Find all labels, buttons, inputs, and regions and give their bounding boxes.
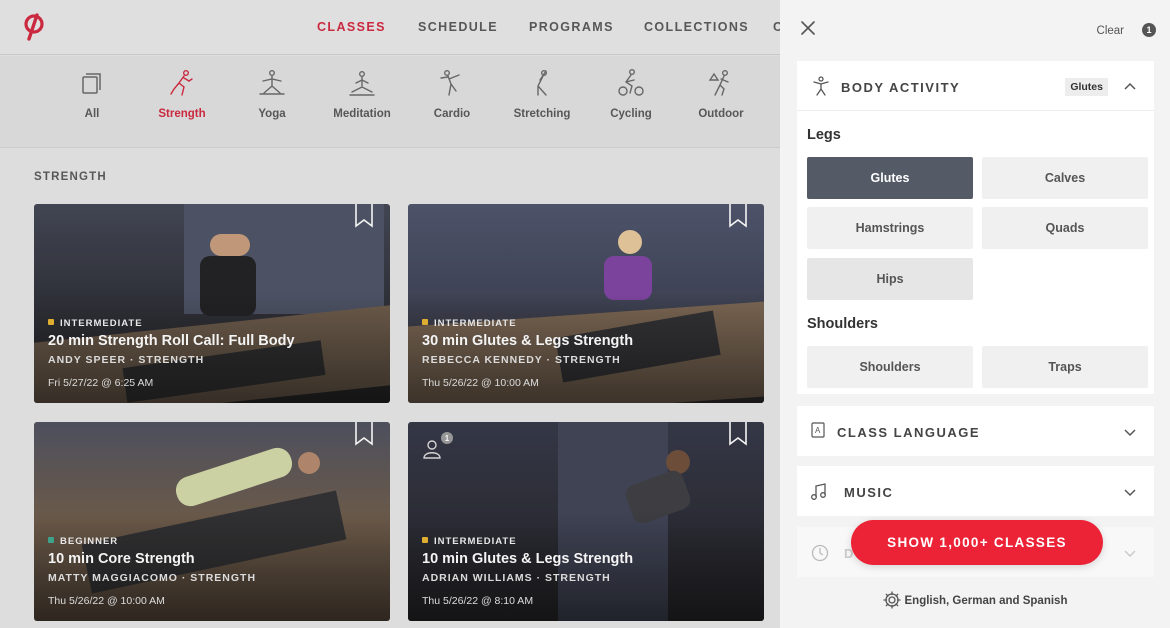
svg-text:A: A (815, 426, 821, 435)
body-activity-header[interactable]: BODY ACTIVITY Glutes (797, 61, 1154, 111)
clear-filters-button[interactable]: Clear (1097, 25, 1124, 37)
music-section[interactable]: MUSIC (797, 466, 1154, 516)
music-note-icon (811, 483, 826, 500)
chip-shoulders[interactable]: Shoulders (807, 346, 973, 388)
selected-filter-tag: Glutes (1065, 78, 1108, 96)
chevron-down-icon[interactable] (1124, 428, 1136, 438)
clock-icon (811, 544, 829, 562)
active-filter-count: 1 (1142, 23, 1156, 37)
chip-hips[interactable]: Hips (807, 258, 973, 300)
body-activity-section: BODY ACTIVITY Glutes Legs Glutes Calves … (797, 61, 1154, 394)
show-classes-button[interactable]: SHOW 1,000+ CLASSES (851, 520, 1103, 565)
section-title: BODY ACTIVITY (841, 80, 961, 95)
chip-calves[interactable]: Calves (982, 157, 1148, 199)
body-figure-icon (813, 76, 829, 96)
chip-glutes[interactable]: Glutes (807, 157, 973, 199)
chevron-down-icon[interactable] (1124, 549, 1136, 559)
music-header[interactable]: MUSIC (797, 466, 1154, 516)
class-language-header[interactable]: A CLASS LANGUAGE (797, 406, 1154, 456)
group-label-legs: Legs (807, 127, 841, 143)
section-title: MUSIC (844, 485, 894, 500)
group-label-shoulders: Shoulders (807, 316, 878, 332)
chip-quads[interactable]: Quads (982, 207, 1148, 249)
gear-icon (882, 591, 901, 609)
language-settings[interactable]: English, German and Spanish (780, 591, 1170, 609)
classes-page: CLASSES SCHEDULE PROGRAMS COLLECTIONS C … (0, 0, 780, 628)
translate-icon: A (811, 422, 825, 438)
chip-traps[interactable]: Traps (982, 346, 1148, 388)
chevron-up-icon[interactable] (1124, 81, 1136, 91)
section-title: CLASS LANGUAGE (837, 425, 981, 440)
chevron-down-icon[interactable] (1124, 488, 1136, 498)
filter-panel: Clear 1 BODY ACTIVITY Glutes Legs Glutes… (780, 0, 1170, 628)
class-language-section[interactable]: A CLASS LANGUAGE (797, 406, 1154, 456)
chip-hamstrings[interactable]: Hamstrings (807, 207, 973, 249)
language-settings-label: English, German and Spanish (904, 595, 1068, 607)
modal-backdrop[interactable] (0, 0, 780, 628)
close-icon[interactable] (801, 21, 815, 35)
